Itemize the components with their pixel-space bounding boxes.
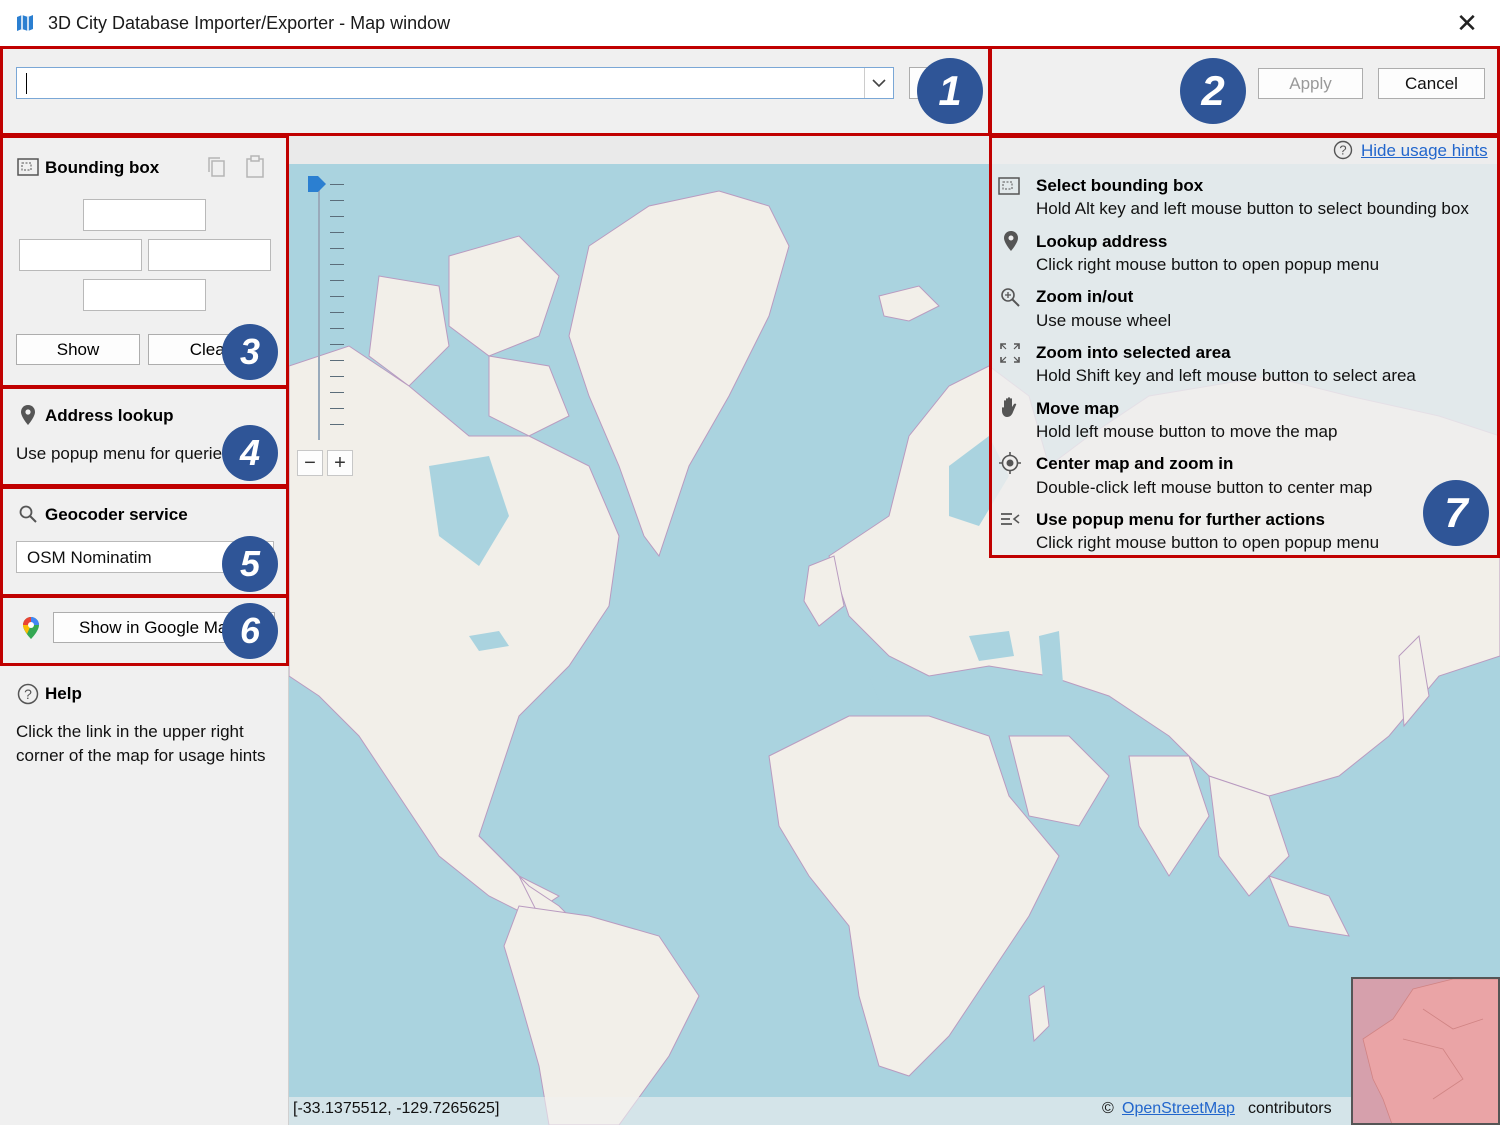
zoom-slider-ticks	[330, 184, 344, 439]
bounding-box-icon	[998, 177, 1020, 195]
search-icon	[19, 505, 37, 523]
expand-icon	[1000, 343, 1020, 363]
help-circle-icon: ?	[1333, 140, 1353, 160]
callout-badge-2: 2	[1180, 58, 1246, 124]
paste-icon[interactable]	[244, 155, 266, 179]
overview-minimap[interactable]	[1351, 977, 1500, 1125]
chevron-down-icon	[872, 78, 886, 87]
target-icon	[999, 452, 1021, 474]
callout-badge-7: 7	[1423, 480, 1489, 546]
bbox-north-field[interactable]	[83, 199, 206, 231]
apply-button[interactable]: Apply	[1258, 68, 1363, 99]
hint-title: Move map	[1036, 399, 1120, 418]
hint-title: Lookup address	[1036, 232, 1168, 251]
hint-desc: Hold Alt key and left mouse button to se…	[1036, 199, 1469, 218]
hint-title: Use popup menu for further actions	[1036, 510, 1326, 529]
callout-badge-3: 3	[222, 324, 278, 380]
hint-title: Zoom in/out	[1036, 287, 1134, 306]
map-pin-icon	[1004, 231, 1018, 251]
bounding-box-title: Bounding box	[45, 158, 160, 177]
help-icon: ?	[17, 683, 39, 705]
google-maps-icon	[23, 617, 39, 639]
hint-desc: Click right mouse button to open popup m…	[1036, 255, 1380, 274]
zoom-in-button[interactable]: +	[327, 450, 353, 476]
close-window-button[interactable]: ✕	[1450, 6, 1484, 40]
openstreetmap-link[interactable]: OpenStreetMap	[1122, 1100, 1235, 1118]
zoom-slider-handle[interactable]	[308, 176, 326, 192]
hint-desc: Click right mouse button to open popup m…	[1036, 533, 1380, 552]
bbox-east-field[interactable]	[148, 239, 271, 271]
cancel-button[interactable]: Cancel	[1378, 68, 1485, 99]
cursor-coordinates: [-33.1375512, -129.7265625]	[293, 1100, 500, 1117]
text-caret	[26, 73, 27, 94]
hint-desc: Use mouse wheel	[1036, 311, 1172, 330]
hint-desc: Hold left mouse button to move the map	[1036, 422, 1338, 441]
zoom-slider-track[interactable]	[318, 180, 320, 440]
attribution-suffix: contributors	[1248, 1100, 1332, 1117]
address-lookup-text: Use popup menu for queries	[16, 444, 231, 463]
bbox-south-field[interactable]	[83, 279, 206, 311]
callout-badge-6: 6	[222, 603, 278, 659]
search-input[interactable]	[20, 70, 860, 96]
geocoder-title: Geocoder service	[45, 505, 188, 524]
bounding-box-icon	[17, 158, 39, 176]
bbox-west-field[interactable]	[19, 239, 142, 271]
hide-usage-hints-link[interactable]: Hide usage hints	[1361, 141, 1488, 161]
help-text-line1: Click the link in the upper right	[16, 722, 244, 741]
zoom-icon	[1001, 288, 1020, 307]
menu-icon	[1001, 513, 1020, 525]
zoom-out-button[interactable]: −	[297, 450, 323, 476]
hint-desc: Hold Shift key and left mouse button to …	[1036, 366, 1416, 385]
search-dropdown-button[interactable]	[864, 68, 893, 98]
address-lookup-title: Address lookup	[45, 406, 174, 425]
attribution-copyright: ©	[1102, 1100, 1114, 1117]
minimap-europe	[1353, 979, 1498, 1123]
hint-desc: Double-click left mouse button to center…	[1036, 478, 1373, 497]
svg-text:?: ?	[1339, 143, 1346, 158]
window-title: 3D City Database Importer/Exporter - Map…	[48, 13, 451, 33]
map-pin-icon	[21, 405, 35, 425]
bbox-show-button[interactable]: Show	[16, 334, 140, 365]
help-text-line2: corner of the map for usage hints	[16, 746, 266, 765]
hand-icon	[1002, 397, 1017, 417]
callout-badge-1: 1	[917, 58, 983, 124]
svg-text:?: ?	[24, 686, 32, 702]
help-title: Help	[45, 684, 82, 703]
hint-title: Zoom into selected area	[1036, 343, 1231, 362]
hint-title: Select bounding box	[1036, 176, 1204, 195]
copy-icon[interactable]	[206, 155, 228, 179]
hint-title: Center map and zoom in	[1036, 454, 1234, 473]
callout-badge-4: 4	[222, 425, 278, 481]
map-app-icon	[17, 15, 33, 31]
callout-badge-5: 5	[222, 536, 278, 592]
geocoder-selected-value: OSM Nominatim	[27, 548, 152, 567]
